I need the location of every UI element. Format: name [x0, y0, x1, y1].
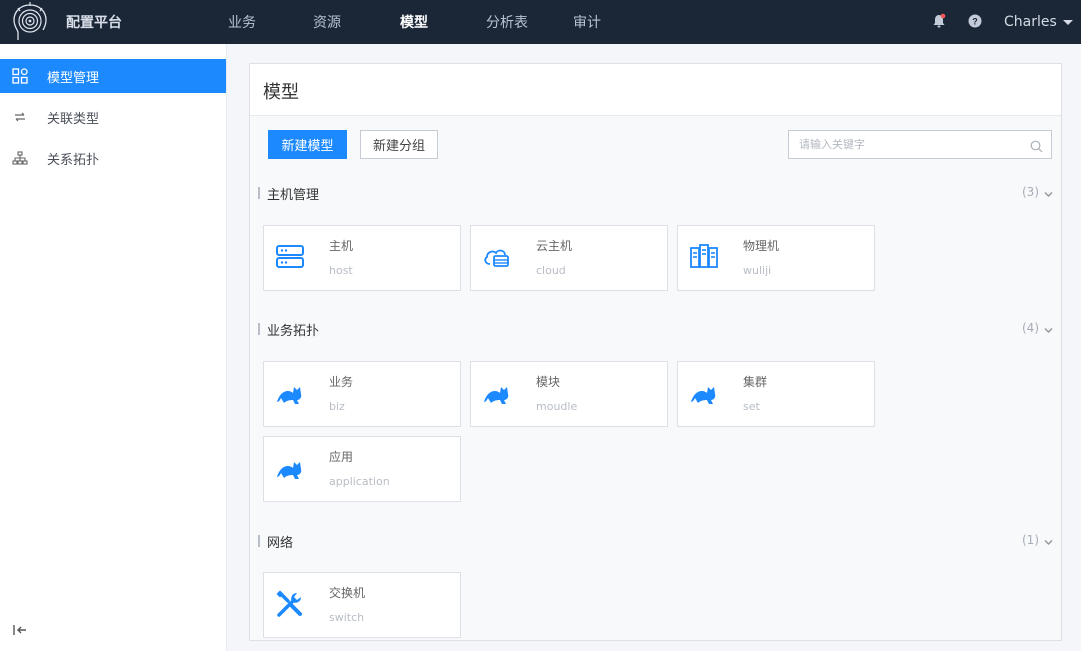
model-card-module[interactable]: 模块 moudle	[470, 361, 668, 427]
model-card-switch[interactable]: 交换机 switch	[263, 572, 461, 638]
sidebar-item-association-type[interactable]: 关联类型	[0, 100, 226, 134]
model-name: 应用	[329, 450, 354, 464]
help-icon[interactable]: ?	[968, 13, 984, 29]
new-group-button[interactable]: 新建分组	[360, 130, 438, 159]
model-id: switch	[329, 611, 365, 624]
model-name: 主机	[329, 239, 354, 253]
model-id: cloud	[536, 264, 566, 277]
group-header-host-management[interactable]: 主机管理 (3)	[258, 184, 1053, 203]
link-icon	[12, 109, 28, 125]
chevron-down-icon	[1062, 19, 1073, 25]
sidebar-item-label: 关联类型	[47, 111, 100, 127]
nav-audit[interactable]: 审计	[573, 0, 601, 44]
nav-business[interactable]: 业务	[228, 0, 256, 44]
group-name: 网络	[267, 536, 294, 551]
nav-resource[interactable]: 资源	[313, 0, 341, 44]
group-name: 业务拓扑	[267, 324, 320, 339]
collapse-left-icon[interactable]	[12, 622, 30, 638]
search-box	[788, 130, 1052, 159]
model-id: host	[329, 264, 353, 277]
chevron-down-icon[interactable]	[1044, 324, 1053, 333]
model-card-cloud[interactable]: 云主机 cloud	[470, 225, 668, 291]
model-panel: 模型 新建模型 新建分组 主机管理 (3) 主机 ho	[249, 63, 1062, 641]
top-bar: 配置平台 业务 资源 模型 分析表 审计 ? Charles	[0, 0, 1081, 44]
group-marker	[258, 535, 260, 547]
svg-text:?: ?	[972, 17, 978, 27]
model-id: wuliji	[743, 264, 772, 277]
model-name: 交换机	[329, 586, 366, 600]
model-card-host[interactable]: 主机 host	[263, 225, 461, 291]
sidebar-item-label: 模型管理	[47, 70, 100, 86]
cat-icon	[275, 378, 305, 408]
sidebar-item-relation-topology[interactable]: 关系拓扑	[0, 141, 226, 175]
cat-icon	[275, 453, 305, 483]
chevron-down-icon[interactable]	[1044, 536, 1053, 545]
model-name: 云主机	[536, 239, 573, 253]
physical-server-icon	[689, 242, 719, 272]
server-icon	[275, 242, 305, 272]
cat-icon	[482, 378, 512, 408]
nav-analysis[interactable]: 分析表	[486, 0, 528, 44]
user-name: Charles	[1004, 14, 1057, 30]
group-header-network[interactable]: 网络 (1)	[258, 532, 1053, 551]
page-title: 模型	[263, 82, 299, 103]
group-header-business-topology[interactable]: 业务拓扑 (4)	[258, 320, 1053, 339]
model-id: moudle	[536, 400, 578, 413]
brain-logo-icon	[8, 0, 52, 44]
search-icon[interactable]	[1030, 138, 1043, 153]
model-card-set[interactable]: 集群 set	[677, 361, 875, 427]
model-name: 模块	[536, 375, 561, 389]
model-card-physical[interactable]: 物理机 wuliji	[677, 225, 875, 291]
cat-icon	[689, 378, 719, 408]
new-model-button[interactable]: 新建模型	[268, 130, 347, 159]
group-count: (1)	[1022, 533, 1039, 547]
model-card-application[interactable]: 应用 application	[263, 436, 461, 502]
sidebar: 模型管理 关联类型 关系拓扑	[0, 44, 227, 651]
model-id: biz	[329, 400, 345, 413]
model-id: set	[743, 400, 760, 413]
sidebar-item-label: 关系拓扑	[47, 152, 100, 168]
group-count: (3)	[1022, 185, 1039, 199]
chevron-down-icon[interactable]	[1044, 188, 1053, 197]
nav-model[interactable]: 模型	[400, 0, 428, 44]
model-name: 业务	[329, 375, 354, 389]
brand[interactable]: 配置平台	[8, 0, 122, 44]
group-name: 主机管理	[267, 188, 320, 203]
model-id: application	[329, 475, 390, 488]
user-menu[interactable]: Charles	[1004, 0, 1073, 44]
group-marker	[258, 187, 260, 199]
app-title: 配置平台	[66, 15, 122, 31]
sidebar-item-model-management[interactable]: 模型管理	[0, 59, 226, 93]
group-count: (4)	[1022, 321, 1039, 335]
model-name: 集群	[743, 375, 768, 389]
topology-icon	[12, 150, 28, 166]
model-name: 物理机	[743, 239, 780, 253]
tools-icon	[275, 589, 305, 619]
panel-header: 模型	[250, 64, 1061, 116]
notification-bell-icon[interactable]	[932, 13, 948, 29]
search-input[interactable]	[797, 137, 1021, 152]
group-marker	[258, 323, 260, 335]
grid-icon	[12, 68, 28, 84]
cloud-host-icon	[482, 242, 512, 272]
model-card-biz[interactable]: 业务 biz	[263, 361, 461, 427]
